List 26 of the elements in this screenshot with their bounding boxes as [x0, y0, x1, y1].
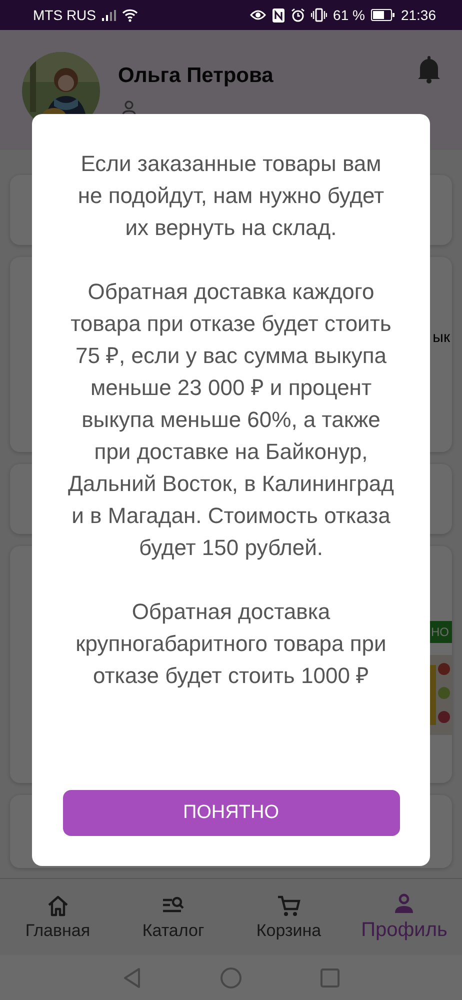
nav-tab[interactable]: Каталог [116, 879, 231, 955]
dialog-text: Если заказанные товары вам не подойдут, нам нужно будет их вернуть на склад. [76, 150, 386, 242]
alarm-icon [291, 8, 306, 22]
card-text: ык [432, 329, 451, 346]
signal-icon [102, 10, 116, 20]
dialog-text: Обратная доставка крупногабаритного товара при отказе будет стоить 1000 ₽ [74, 598, 388, 690]
wifi-icon [122, 8, 138, 22]
ok-button[interactable]: ПОНЯТНО [62, 790, 400, 836]
user-name: Ольга Петрова [118, 64, 274, 88]
nav-tab[interactable]: Профиль [346, 879, 462, 955]
home-button-icon[interactable] [220, 966, 242, 988]
dialog-text: Обратная доставка каждого товара при отказе будет стоить 75 ₽, если у вас сумма выкупа меньше 23 000 ₽ и процент выкупа меньше 60%, а также при доставке на Байконур, Дальний Восток, в Калининград и в Магадан. Стоимость отказа будет 150 рублей. [67, 278, 395, 562]
nav-tab[interactable]: Корзина [231, 879, 346, 955]
nav-tab[interactable]: Главная [0, 879, 116, 955]
back-icon[interactable] [122, 966, 142, 988]
product-badge: НО [428, 621, 452, 643]
vibrate-icon [311, 8, 328, 22]
carrier-name: MTS RUS [33, 7, 96, 23]
nfc-icon [272, 8, 286, 22]
battery-icon [370, 9, 395, 21]
cart-icon [276, 894, 302, 918]
battery-percent: 61 % [333, 7, 365, 23]
bell-icon[interactable] [416, 56, 442, 84]
clock-time: 21:36 [400, 7, 436, 23]
eye-icon [250, 9, 266, 21]
recents-icon[interactable] [320, 968, 340, 988]
